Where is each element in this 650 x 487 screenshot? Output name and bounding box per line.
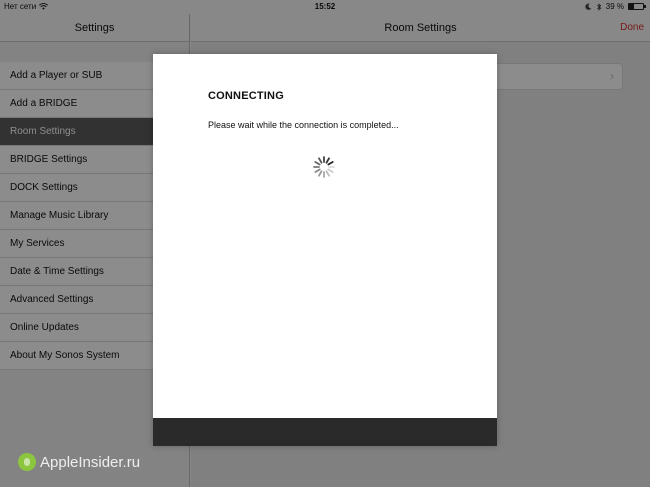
dialog-footer-bar xyxy=(153,418,497,446)
spinner-tick xyxy=(318,170,323,177)
dialog-message: Please wait while the connection is comp… xyxy=(208,120,399,130)
spinner-tick xyxy=(327,161,334,166)
dialog-title: CONNECTING xyxy=(208,90,284,102)
spinner-tick xyxy=(314,168,321,173)
spinner-tick xyxy=(314,161,321,166)
spinner-tick xyxy=(318,157,323,164)
spinner-tick xyxy=(327,168,334,173)
ipad-screen: Нет сети 15:52 39 % Settings Add a Playe… xyxy=(0,0,650,487)
spinner-tick xyxy=(325,157,330,164)
loading-spinner-icon xyxy=(313,156,335,178)
appleinsider-logo-icon xyxy=(18,453,36,471)
spinner-tick xyxy=(325,170,330,177)
watermark: AppleInsider.ru xyxy=(18,453,140,471)
watermark-text: AppleInsider.ru xyxy=(40,453,141,471)
connecting-dialog: CONNECTING Please wait while the connect… xyxy=(153,54,497,446)
